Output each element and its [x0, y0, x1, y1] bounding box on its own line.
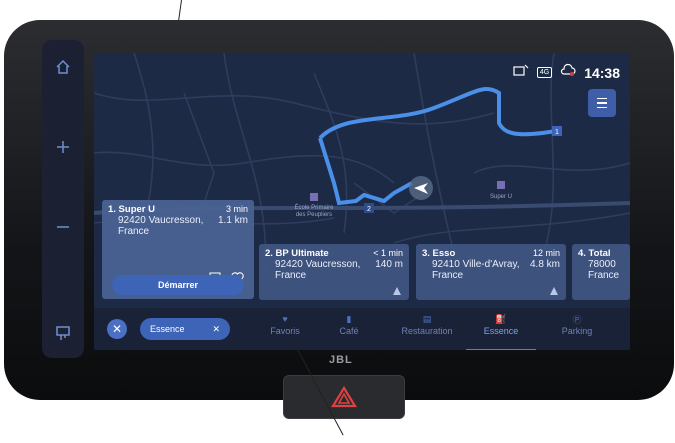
svg-text:École Primaire: École Primaire — [294, 204, 334, 211]
result-card-1[interactable]: 1. Super U3 min 92420 Vaucresson, 1.1 km … — [102, 200, 254, 299]
filter-chip[interactable]: Essence ✕ — [140, 318, 230, 340]
display-mode-icon[interactable] — [42, 312, 84, 354]
close-search-button[interactable]: ✕ — [107, 319, 127, 339]
svg-text:des Peupliers: des Peupliers — [296, 212, 332, 218]
cloud-sync-icon — [560, 63, 576, 82]
result-card-2[interactable]: 2. BP Ultimate < 1 min 92420 Vaucresson, 1… — [259, 244, 409, 300]
fuel-icon: ⛽ — [495, 313, 507, 324]
coffee-icon: ▮ — [346, 313, 352, 324]
ev-charge-icon — [513, 63, 529, 82]
svg-text:1: 1 — [555, 129, 559, 136]
zoom-out-icon[interactable] — [42, 206, 84, 248]
zoom-in-icon[interactable] — [42, 126, 84, 168]
hazard-icon — [331, 386, 357, 408]
tab-essence[interactable]: ⛽ Essence — [466, 312, 536, 350]
heart-icon: ♥ — [282, 314, 288, 324]
navigate-arrow-icon[interactable] — [550, 287, 558, 295]
menu-button[interactable] — [588, 89, 616, 117]
home-icon[interactable] — [42, 46, 84, 88]
clock: 14:38 — [584, 64, 620, 81]
brand-logo: JBL — [329, 354, 353, 366]
status-bar: 4G 14:38 — [513, 63, 620, 82]
tab-favorites[interactable]: ♥ Favoris — [250, 312, 320, 348]
shop-poi-icon — [497, 181, 505, 189]
result-card-4[interactable]: 4. Total 78000 France — [572, 244, 630, 300]
navigate-arrow-icon[interactable] — [393, 287, 401, 295]
school-poi-icon — [310, 193, 318, 201]
menu-icon — [597, 97, 607, 100]
clear-filter-icon[interactable]: ✕ — [212, 324, 220, 335]
start-button[interactable]: Démarrer — [112, 275, 244, 295]
svg-text:Super U: Super U — [490, 194, 512, 200]
svg-text:2: 2 — [367, 206, 371, 213]
restaurant-icon: ▤ — [422, 313, 432, 324]
tab-cafe[interactable]: ▮ Café — [314, 312, 384, 348]
result-card-3[interactable]: 3. Esso 12 min 92410 Ville-d'Avray, 4.8 km… — [416, 244, 566, 300]
parking-icon: Ⓟ — [572, 314, 582, 325]
tab-parking[interactable]: Ⓟ Parking — [542, 312, 612, 348]
network-icon: 4G — [536, 67, 553, 78]
navigation-screen: 2 1 École Primaire des Peupliers Super U… — [94, 53, 630, 350]
category-bar: ✕ Essence ✕ ♥ Favoris ▮ Café ▤ Restaurat… — [94, 308, 630, 350]
side-rail — [42, 40, 84, 358]
tab-restauration[interactable]: ▤ Restauration — [392, 312, 462, 348]
hazard-button[interactable] — [283, 375, 405, 419]
